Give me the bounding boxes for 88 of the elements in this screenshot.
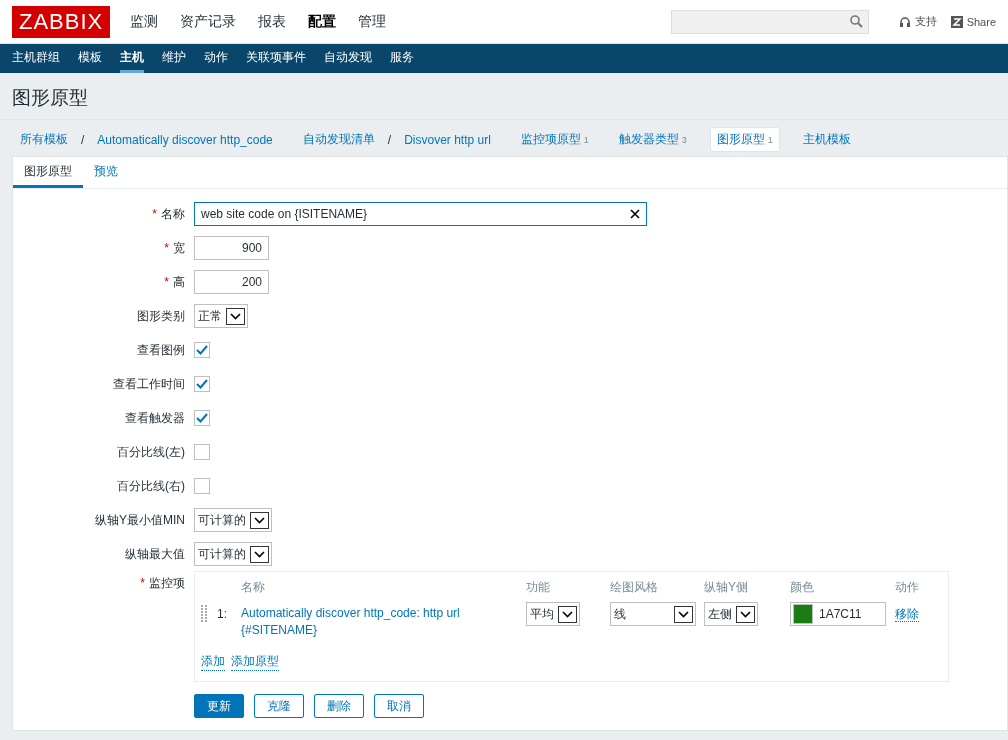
select-field[interactable]: 正常 (194, 304, 248, 328)
breadcrumb-link[interactable]: 主机模板 (795, 127, 858, 152)
color-swatch[interactable] (793, 604, 813, 624)
caret-icon (558, 605, 577, 623)
checkbox[interactable] (194, 444, 210, 460)
field-label: 查看工作时间 (113, 376, 185, 391)
add-link[interactable]: 添加 (201, 653, 225, 671)
breadcrumb-link[interactable]: 所有模板 (13, 127, 75, 152)
logo[interactable]: ZABBIX (12, 5, 111, 38)
field-label: 百分比线(右) (117, 478, 185, 493)
caret-icon (736, 605, 755, 623)
caret-icon (250, 545, 269, 563)
required-mark: * (152, 206, 157, 221)
field-label: 纵轴Y最小值MIN (95, 512, 185, 527)
nav-item[interactable]: 服务 (390, 44, 414, 73)
close-icon[interactable] (630, 209, 640, 219)
column-header: 动作 (895, 579, 920, 596)
action-button[interactable]: 取消 (374, 694, 424, 718)
menu-item[interactable]: 管理 (358, 12, 387, 31)
field-label: 宽 (173, 240, 185, 255)
page-title: 图形原型 (0, 73, 1008, 120)
add-link[interactable]: 添加原型 (231, 653, 279, 671)
select-field[interactable]: 线 (610, 602, 696, 626)
menu-item[interactable]: 监测 (130, 12, 159, 31)
breadcrumb-link[interactable]: 触发器类型 3 (611, 127, 694, 152)
item-link[interactable]: Automatically discover http_code: http url {#SITENAME} (241, 602, 526, 639)
color-field[interactable]: 1A7C11 (790, 602, 886, 626)
breadcrumb-link[interactable]: 图形原型 1 (709, 127, 780, 152)
input-field[interactable]: web site code on {ISITENAME} (194, 202, 647, 226)
nav-item[interactable]: 动作 (204, 44, 228, 73)
input-field[interactable]: 900 (194, 236, 269, 260)
column-header: 颜色 (790, 579, 815, 596)
checkbox[interactable] (194, 376, 210, 392)
breadcrumb-separator: / (81, 132, 85, 147)
breadcrumb-link[interactable]: 监控项原型 1 (513, 127, 596, 152)
checkbox[interactable] (194, 342, 210, 358)
field-label: 名称 (161, 206, 185, 221)
field-label: 监控项 (149, 576, 185, 590)
menu-item[interactable]: 报表 (258, 12, 287, 31)
checkbox[interactable] (194, 410, 210, 426)
search-field[interactable] (670, 9, 869, 34)
checkbox[interactable] (194, 478, 210, 494)
remove-link[interactable]: 移除 (895, 607, 919, 622)
menu-item[interactable]: 配置 (308, 12, 337, 31)
breadcrumb-link[interactable]: Disvover http url (397, 128, 498, 151)
column-header: 功能 (526, 579, 551, 596)
input-field[interactable]: 200 (194, 270, 269, 294)
column-header: 绘图风格 (610, 579, 659, 596)
field-label: 高 (173, 274, 185, 289)
headset-icon (898, 15, 911, 28)
caret-icon (226, 307, 245, 325)
row-number: 1: (217, 606, 228, 621)
field-label: 百分比线(左) (117, 444, 185, 459)
field-label: 纵轴最大值 (125, 546, 185, 561)
required-mark: * (164, 274, 169, 289)
required-mark: * (140, 576, 145, 590)
nav-item[interactable]: 维护 (162, 44, 186, 73)
select-field[interactable]: 可计算的 (194, 542, 272, 566)
caret-icon (250, 511, 269, 529)
tab[interactable]: 图形原型 (13, 157, 83, 188)
field-label: 图形类别 (137, 308, 185, 323)
nav-item[interactable]: 主机 (120, 44, 144, 73)
tab[interactable]: 预览 (83, 157, 129, 188)
required-mark: * (164, 240, 169, 255)
menu-item[interactable]: 资产记录 (180, 12, 237, 31)
action-button[interactable]: 更新 (194, 694, 244, 718)
nav-item[interactable]: 模板 (78, 44, 102, 73)
caret-icon (674, 605, 693, 623)
select-field[interactable]: 平均 (526, 602, 580, 626)
drag-handle-icon[interactable] (201, 605, 207, 623)
select-field[interactable]: 可计算的 (194, 508, 272, 532)
search-icon[interactable] (849, 15, 863, 28)
breadcrumb-separator: / (387, 132, 392, 147)
field-label: 查看触发器 (125, 410, 185, 425)
nav-item[interactable]: 自动发现 (324, 44, 372, 73)
select-field[interactable]: 左侧 (704, 602, 758, 626)
breadcrumb-link[interactable]: Automatically discover http_code (90, 128, 280, 151)
header-link[interactable]: Share (950, 15, 996, 28)
nav-item[interactable]: 主机群组 (12, 44, 60, 73)
action-button[interactable]: 克隆 (254, 694, 304, 718)
column-header: 纵轴Y侧 (704, 579, 749, 596)
column-header: 名称 (241, 579, 266, 596)
breadcrumb-link[interactable]: 自动发现清单 (295, 127, 382, 152)
nav-item[interactable]: 关联项事件 (246, 44, 306, 73)
action-button[interactable]: 删除 (314, 694, 364, 718)
z-logo-icon (950, 15, 963, 28)
header-link[interactable]: 支持 (898, 14, 937, 29)
field-label: 查看图例 (137, 342, 185, 357)
